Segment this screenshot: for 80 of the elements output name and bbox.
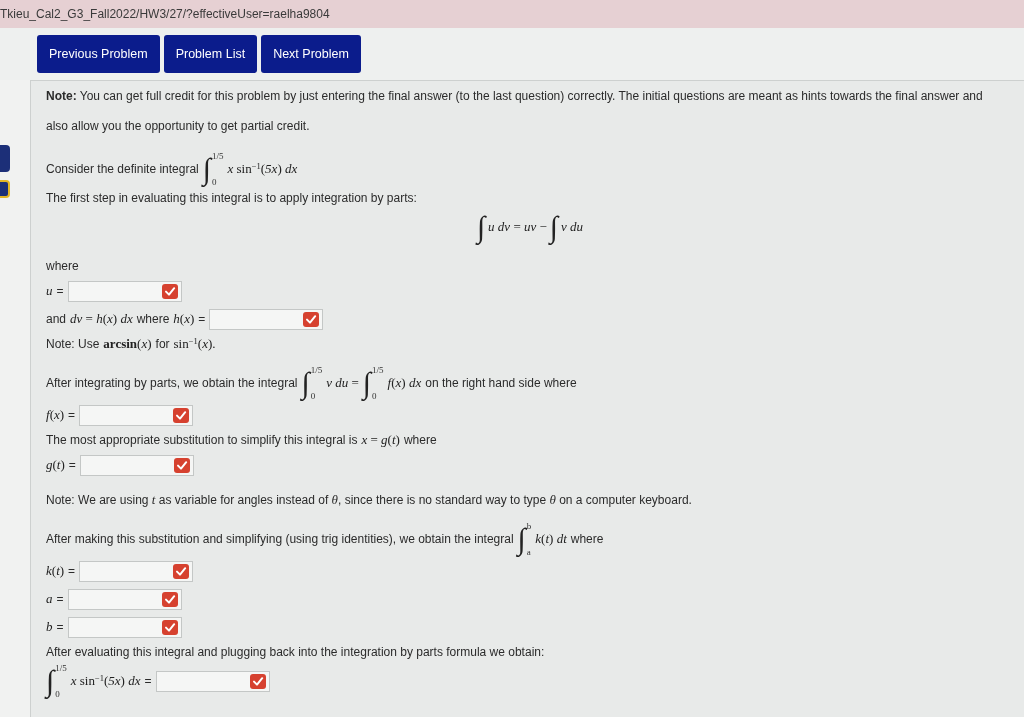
problem-text: Note: We are using t as variable for angles instead of θ, since there is no standard way to type θ on a computer keyboard. <box>46 491 692 510</box>
math-expression: a <box>46 590 53 609</box>
problem-text: = <box>68 563 76 580</box>
nav-button[interactable]: Next Problem <box>261 35 361 73</box>
math-expression: x sin$^{−1}$(5x) dx <box>227 160 298 179</box>
integral-upper-limit: b <box>526 521 532 531</box>
integral-sign: ∫ <box>517 522 526 556</box>
problem-text: The first step in evaluating this integral is to apply integration by parts: <box>46 190 417 207</box>
sidebar-tab-icon <box>0 180 10 198</box>
problem-text: = <box>198 311 206 328</box>
math-expression: sin$^{−1}$(x). <box>173 335 216 354</box>
problem-text: = <box>68 457 76 474</box>
math-expression: f(x) dx <box>387 374 422 393</box>
problem-text: where <box>136 311 170 328</box>
math-expression: u dv = uv − <box>488 218 547 237</box>
problem-text: The most appropriate substitution to simplify this integral is <box>46 432 358 449</box>
url-text[interactable]: Tkieu_Cal2_G3_Fall2022/HW3/27/?effectiveUser=raelha9804 <box>0 5 330 23</box>
integral-sign: ∫ <box>202 152 211 186</box>
math-expression: v du = <box>326 374 359 393</box>
math-expression: u <box>46 282 53 301</box>
integral-lower-limit: 0 <box>310 391 316 401</box>
problem-text: = <box>56 619 64 636</box>
integral-lower-limit: 0 <box>212 177 217 187</box>
math-expression: f(x) <box>46 406 65 425</box>
integral-sign: ∫ <box>46 664 55 698</box>
problem-text: = <box>56 591 64 608</box>
problem-text: where <box>570 531 604 548</box>
problem-text: After making this substitution and simplifying (using trig identities), we obtain the integral <box>46 531 514 548</box>
integral-sign: ∫ <box>549 210 559 244</box>
problem-text: and <box>46 311 67 328</box>
problem-text: on the right hand side where <box>425 375 577 392</box>
integral-upper-limit: 1/5 <box>372 365 384 375</box>
feedback-check-icon[interactable] <box>161 591 178 607</box>
feedback-check-icon[interactable] <box>173 457 190 473</box>
math-expression: arcsin(x) <box>103 335 152 354</box>
feedback-check-icon[interactable] <box>173 563 190 579</box>
answer-field[interactable] <box>79 404 194 426</box>
answer-field[interactable] <box>67 280 182 302</box>
problem-text: where <box>403 432 437 449</box>
integral-upper-limit: 1/5 <box>55 663 67 673</box>
answer-field[interactable] <box>155 670 270 692</box>
answer-field[interactable] <box>79 560 194 582</box>
problem-text: Consider the definite integral <box>46 161 199 178</box>
answer-field[interactable] <box>67 588 182 610</box>
math-expression: g(t) <box>46 456 65 475</box>
math-expression: k(t) <box>46 562 65 581</box>
problem-text: Note: Use <box>46 336 100 353</box>
math-expression: x sin$^{−1}$(5x) dx <box>70 672 141 691</box>
problem-text: After evaluating this integral and plugging back into the integration by parts formula we obtain: <box>46 644 545 661</box>
feedback-check-icon[interactable] <box>173 407 190 423</box>
math-expression: k(t) dt <box>535 530 567 549</box>
math-expression: v du <box>561 218 584 237</box>
math-expression: h(x) <box>173 310 195 329</box>
integral-lower-limit: 0 <box>372 391 377 401</box>
problem-text: = <box>144 673 152 690</box>
integral-lower-limit: 0 <box>55 689 60 699</box>
integral-sign: ∫ <box>362 366 372 400</box>
problem-text: After integrating by parts, we obtain the integral <box>46 375 298 392</box>
problem-text: where <box>46 258 79 275</box>
feedback-check-icon[interactable] <box>161 283 178 299</box>
feedback-check-icon[interactable] <box>161 619 178 635</box>
integral-upper-limit: 1/5 <box>212 151 224 161</box>
sidebar-tab-icon <box>0 145 10 172</box>
feedback-check-icon[interactable] <box>303 311 320 327</box>
answer-field[interactable] <box>209 308 324 330</box>
answer-field[interactable] <box>79 454 194 476</box>
math-expression: dv = h(x) dx <box>70 310 133 329</box>
math-expression: b <box>46 618 53 637</box>
problem-text: = <box>56 283 64 300</box>
problem-text: for <box>155 336 170 353</box>
integral-lower-limit: a <box>526 547 531 557</box>
nav-button[interactable]: Previous Problem <box>37 35 160 73</box>
integral-sign: ∫ <box>301 366 310 400</box>
problem-text: Note: You can get full credit for this problem by just entering the final answer (to the last question) correctly. The initial questions are meant as hints towards the final answer and also allow you the opportunity to get partial credit. <box>46 88 984 135</box>
nav-button[interactable]: Problem List <box>163 35 258 73</box>
problem-text: = <box>68 407 76 424</box>
integral-sign: ∫ <box>476 210 486 244</box>
feedback-check-icon[interactable] <box>249 673 266 689</box>
math-expression: x = g(t) <box>361 431 400 450</box>
answer-field[interactable] <box>67 616 182 638</box>
